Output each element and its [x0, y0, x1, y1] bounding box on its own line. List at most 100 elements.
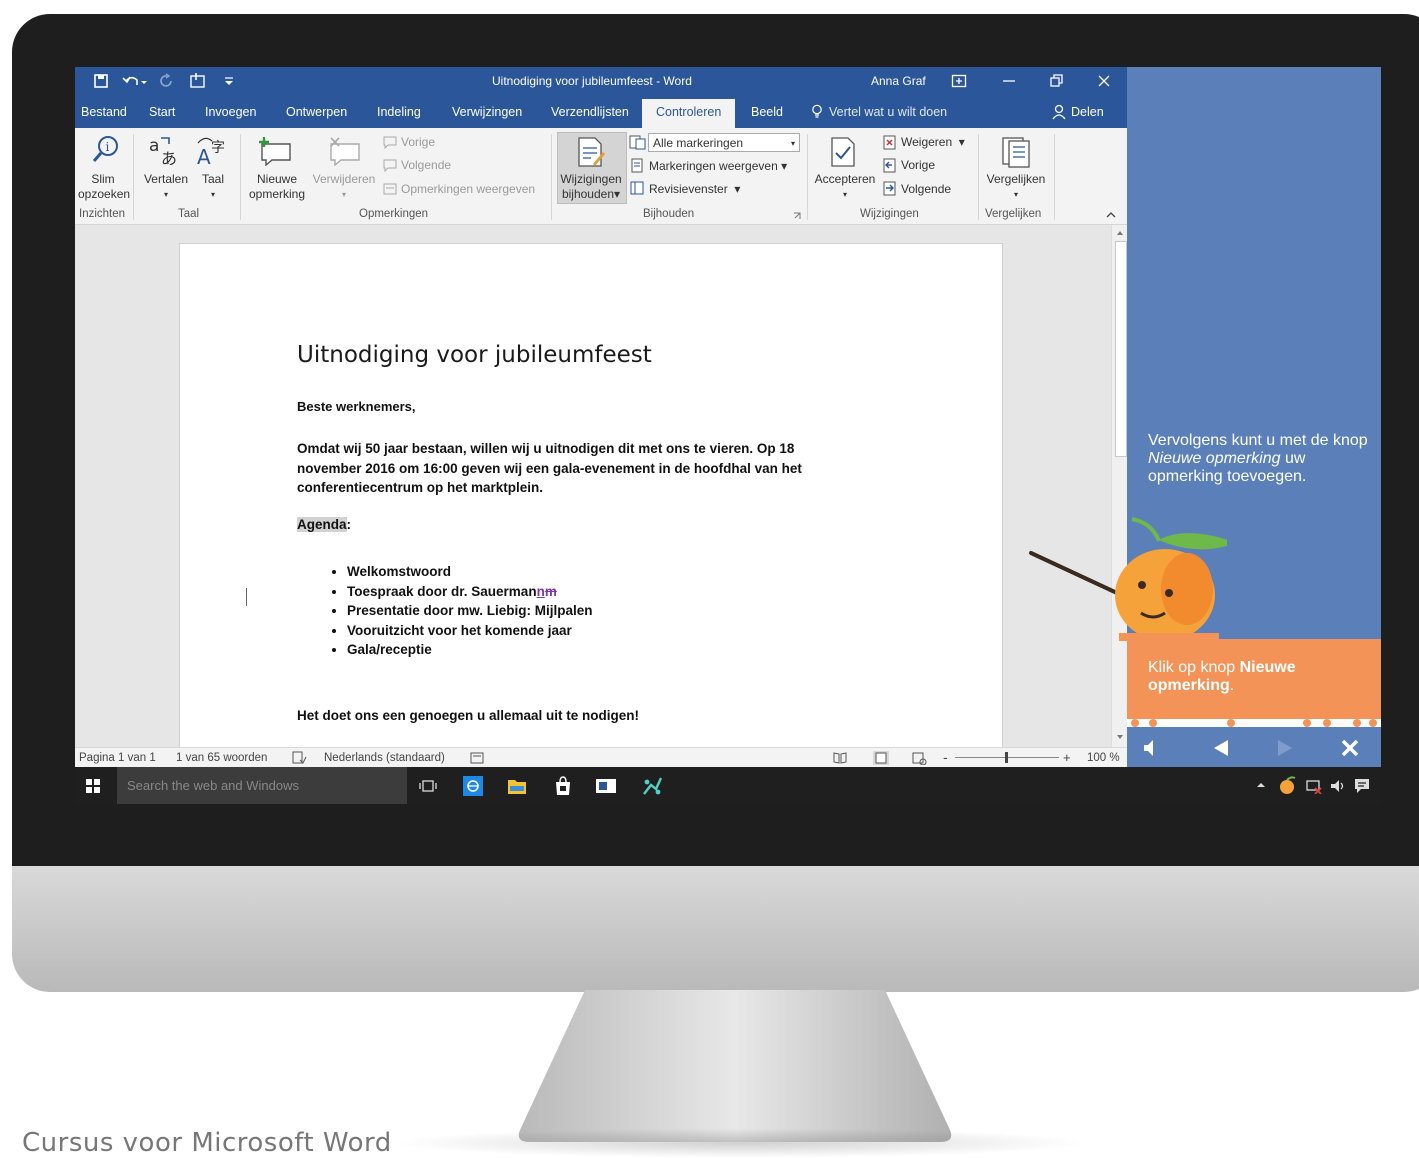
- tray-expand-icon[interactable]: [1255, 778, 1267, 792]
- svg-text:A: A: [197, 145, 211, 168]
- next-comment-button[interactable]: Volgende: [401, 158, 451, 173]
- delete-comment-button[interactable]: Verwijderen ▾: [311, 172, 377, 202]
- previous-comment-button[interactable]: Vorige: [401, 135, 435, 150]
- group-label-opmerkingen: Opmerkingen: [359, 208, 429, 220]
- show-markup-button[interactable]: Markeringen weergeven ▾: [649, 159, 787, 174]
- undo-icon[interactable]: [121, 73, 147, 89]
- media-app-icon[interactable]: [595, 776, 617, 796]
- minimize-icon[interactable]: [1001, 73, 1017, 89]
- group-label-bijhouden: Bijhouden: [643, 208, 695, 220]
- zoom-level[interactable]: 100 %: [1087, 752, 1120, 764]
- collapse-ribbon-icon[interactable]: [1105, 210, 1117, 220]
- delete-comment-icon: [330, 137, 360, 166]
- reject-button[interactable]: Weigeren ▾: [901, 135, 965, 150]
- smart-lookup-label1: Slim: [91, 172, 115, 186]
- zoom-in-button[interactable]: +: [1063, 750, 1071, 765]
- show-comments-button[interactable]: Opmerkingen weergeven: [401, 182, 535, 197]
- restore-icon[interactable]: [1048, 73, 1064, 89]
- tray-orange-icon[interactable]: [1277, 775, 1297, 795]
- previous-step-icon[interactable]: [1211, 738, 1231, 758]
- store-icon[interactable]: [553, 776, 573, 796]
- page-count[interactable]: Pagina 1 van 1: [79, 752, 156, 764]
- document-page[interactable]: Uitnodiging voor jubileumfeest Beste wer…: [179, 243, 1003, 747]
- zoom-slider-thumb[interactable]: [1005, 752, 1008, 763]
- language-status[interactable]: Nederlands (standaard): [324, 752, 445, 764]
- taskbar-search-input[interactable]: Search the web and Windows: [117, 767, 407, 804]
- window-title: Uitnodiging voor jubileumfeest - Word: [492, 74, 692, 88]
- reviewing-pane-button[interactable]: Revisievenster ▾: [649, 182, 740, 197]
- proofing-icon[interactable]: [291, 751, 307, 765]
- macro-icon[interactable]: [469, 751, 485, 765]
- screen: Uitnodiging voor jubileumfeest - Word An…: [75, 67, 1381, 804]
- tab-bestand[interactable]: Bestand: [81, 105, 127, 119]
- tutorial-instruction: Vervolgens kunt u met de knop Nieuwe opm…: [1148, 432, 1368, 485]
- file-explorer-icon[interactable]: [507, 777, 527, 795]
- action-center-icon[interactable]: [1353, 777, 1371, 795]
- tell-me-box[interactable]: Vertel wat u wilt doen: [829, 105, 947, 119]
- zoom-out-button[interactable]: -: [943, 749, 948, 765]
- user-name[interactable]: Anna Graf: [871, 74, 926, 88]
- ribbon-display-icon[interactable]: [951, 73, 967, 89]
- next-change-button[interactable]: Volgende: [901, 182, 951, 197]
- translate-button[interactable]: Vertalen ▾: [141, 172, 191, 202]
- compare-button[interactable]: Vergelijken ▾: [983, 172, 1049, 202]
- paragraph-line: conferentiecentrum op het marktplein.: [297, 480, 544, 495]
- touch-mode-icon[interactable]: [188, 72, 208, 90]
- task-view-icon[interactable]: [419, 778, 437, 794]
- agenda-highlight[interactable]: Agenda: [297, 517, 347, 532]
- ribbon: i Slim opzoeken aあ Vertalen ▾ A字 Taal ▾ Nie…: [75, 128, 1127, 225]
- new-comment-button[interactable]: Nieuwe opmerking: [245, 172, 309, 202]
- accept-button[interactable]: Accepteren ▾: [813, 172, 877, 202]
- document-paragraph: Omdat wij 50 jaar bestaan, willen wij u …: [297, 439, 802, 498]
- tutorial-panel: Vervolgens kunt u met de knop Nieuwe opm…: [1127, 67, 1381, 767]
- scroll-thumb[interactable]: [1115, 241, 1127, 457]
- tab-start[interactable]: Start: [149, 105, 175, 119]
- read-mode-icon[interactable]: [832, 751, 848, 765]
- redo-icon[interactable]: [159, 73, 175, 89]
- tab-verzendlijsten[interactable]: Verzendlijsten: [551, 105, 629, 119]
- monitor-stand: [518, 990, 952, 1142]
- next-change-icon: [883, 181, 896, 196]
- tab-indeling[interactable]: Indeling: [377, 105, 421, 119]
- smart-lookup-icon: i: [92, 136, 118, 162]
- previous-change-button[interactable]: Vorige: [901, 158, 935, 173]
- tab-beeld[interactable]: Beeld: [751, 105, 783, 119]
- tutorial-nav: [1127, 727, 1381, 767]
- monitor-chin: [12, 866, 1419, 992]
- word-count[interactable]: 1 van 65 woorden: [176, 752, 267, 764]
- volume-icon[interactable]: [1329, 778, 1347, 794]
- track-changes-button[interactable]: Wijzigingen bijhouden▾: [557, 172, 625, 202]
- tab-ontwerpen[interactable]: Ontwerpen: [286, 105, 347, 119]
- group-label-wijzigingen: Wijzigingen: [860, 208, 919, 220]
- customize-qat-icon[interactable]: [223, 74, 235, 88]
- tutorial-app-icon[interactable]: [641, 775, 663, 797]
- scroll-up-icon[interactable]: [1115, 228, 1125, 238]
- markup-dropdown[interactable]: Alle markeringen ▾: [648, 133, 800, 152]
- next-step-icon[interactable]: [1275, 738, 1295, 758]
- network-icon[interactable]: [1305, 778, 1323, 794]
- previous-comment-icon: [383, 136, 397, 149]
- close-tutorial-icon[interactable]: [1340, 738, 1360, 758]
- list-item: Vooruitzicht voor het komende jaar: [347, 621, 593, 641]
- tab-invoegen[interactable]: Invoegen: [205, 105, 256, 119]
- windows-start-icon[interactable]: [85, 778, 101, 794]
- tab-controleren[interactable]: Controleren: [642, 99, 736, 128]
- svg-text:a: a: [149, 136, 159, 156]
- speaker-icon[interactable]: [1141, 738, 1161, 758]
- language-button[interactable]: Taal ▾: [193, 172, 233, 202]
- dialog-launcher-icon[interactable]: [793, 212, 801, 220]
- document-closing: Het doet ons een genoegen u allemaal uit…: [297, 708, 640, 723]
- web-layout-icon[interactable]: [911, 751, 927, 765]
- accept-icon: [831, 137, 855, 167]
- agenda-heading: Agenda:: [297, 517, 352, 532]
- list-item: Presentatie door mw. Liebig: Mijlpalen: [347, 601, 593, 621]
- share-button[interactable]: Delen: [1071, 105, 1104, 119]
- save-icon[interactable]: [93, 73, 109, 89]
- print-layout-icon[interactable]: [872, 750, 890, 766]
- scroll-down-icon[interactable]: [1115, 732, 1125, 742]
- tab-verwijzingen[interactable]: Verwijzingen: [452, 105, 522, 119]
- smart-lookup-button[interactable]: Slim opzoeken: [78, 172, 130, 202]
- close-icon[interactable]: [1096, 73, 1112, 89]
- edge-browser-icon[interactable]: [463, 776, 483, 796]
- vertical-scrollbar[interactable]: [1111, 225, 1127, 747]
